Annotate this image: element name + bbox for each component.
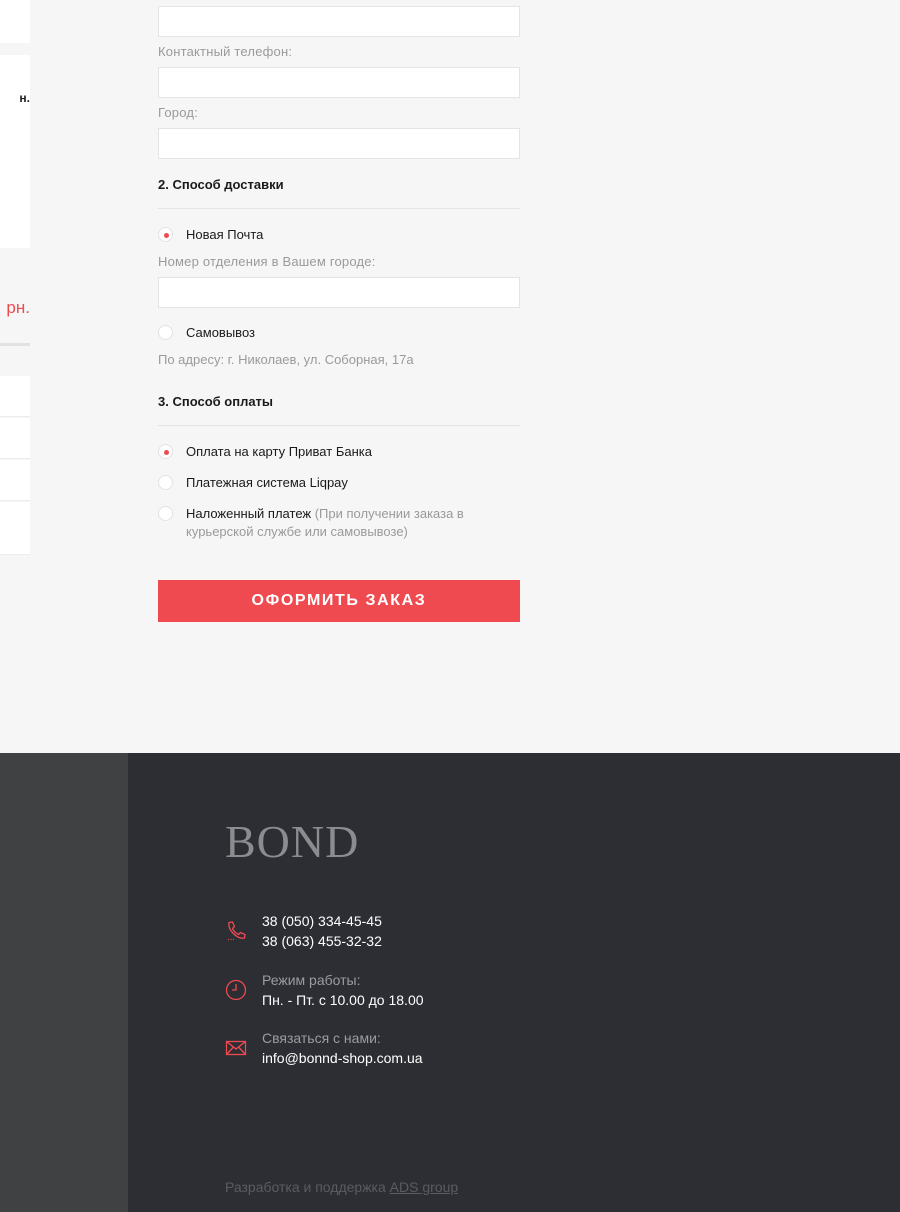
contact-label: Связаться с нами: <box>262 1030 381 1046</box>
city-label: Город: <box>158 105 198 120</box>
payment-divider <box>158 425 520 426</box>
name-field[interactable] <box>158 6 520 37</box>
summary-total-price: рн. <box>6 298 30 317</box>
payment-option-label: Наложенный платеж <box>186 506 312 521</box>
delivery-option-pickup[interactable]: Самовывоз <box>158 324 520 342</box>
credits-text: Разработка и поддержка <box>225 1179 386 1195</box>
working-hours: Режим работы: Пн. - Пт. с 10.00 до 18.00 <box>262 970 424 1010</box>
summary-row <box>0 460 30 501</box>
payment-option-label: Платежная система Liqpay <box>186 475 348 490</box>
delivery-option-nova-poshta[interactable]: Новая Почта <box>158 226 520 244</box>
pickup-address: По адресу: г. Николаев, ул. Соборная, 17… <box>158 352 414 367</box>
delivery-option-label: Новая Почта <box>186 227 264 242</box>
payment-option-privatbank[interactable]: Оплата на карту Приват Банка <box>158 443 520 461</box>
branch-label: Номер отделения в Вашем городе: <box>158 254 376 269</box>
hours-label: Режим работы: <box>262 972 361 988</box>
hours-value: Пн. - Пт. с 10.00 до 18.00 <box>262 992 424 1008</box>
delivery-option-label: Самовывоз <box>186 325 255 340</box>
phone-number[interactable]: 38 (063) 455-32-32 <box>262 931 382 951</box>
radio-button[interactable] <box>158 475 173 490</box>
clock-icon <box>225 979 247 1001</box>
footer-credits: Разработка и поддержка ADS group <box>225 1179 458 1195</box>
place-order-button[interactable]: ОФОРМИТЬ ЗАКАЗ <box>158 580 520 622</box>
summary-row <box>0 418 30 459</box>
footer-logo[interactable]: BOND <box>225 815 359 868</box>
phone-field[interactable] <box>158 67 520 98</box>
summary-box <box>0 0 30 43</box>
footer-hours: Режим работы: Пн. - Пт. с 10.00 до 18.00 <box>225 970 424 1010</box>
radio-button[interactable] <box>158 506 173 521</box>
summary-row <box>0 376 30 417</box>
phone-label: Контактный телефон: <box>158 44 293 59</box>
payment-option-label-wrap: Наложенный платеж (При получении заказа … <box>186 505 520 541</box>
phone-number[interactable]: 38 (050) 334-45-45 <box>262 911 382 931</box>
delivery-divider <box>158 208 520 209</box>
summary-item-box: н. <box>0 55 30 248</box>
payment-section-title: 3. Способ оплаты <box>158 394 274 409</box>
radio-button[interactable] <box>158 444 173 459</box>
credits-link[interactable]: ADS group <box>390 1179 458 1195</box>
phone-icon <box>225 920 247 942</box>
branch-field[interactable] <box>158 277 520 308</box>
payment-option-cod[interactable]: Наложенный платеж (При получении заказа … <box>158 505 520 541</box>
delivery-section-title: 2. Способ доставки <box>158 177 284 192</box>
radio-button[interactable] <box>158 227 173 242</box>
footer-email: Связаться с нами: info@bonnd-shop.com.ua <box>225 1028 423 1068</box>
summary-row <box>0 502 30 555</box>
footer-side-panel <box>0 753 128 1212</box>
footer-phones: 38 (050) 334-45-45 38 (063) 455-32-32 <box>225 911 382 951</box>
payment-option-label: Оплата на карту Приват Банка <box>186 444 372 459</box>
email-link[interactable]: info@bonnd-shop.com.ua <box>262 1048 423 1068</box>
summary-divider <box>0 343 30 346</box>
city-field[interactable] <box>158 128 520 159</box>
summary-item-text: н. <box>19 91 30 105</box>
envelope-icon <box>225 1037 247 1059</box>
email-block: Связаться с нами: info@bonnd-shop.com.ua <box>262 1028 423 1068</box>
payment-option-liqpay[interactable]: Платежная система Liqpay <box>158 474 520 492</box>
footer: BOND 38 (050) 334-45-45 38 (063) 455-32-… <box>128 753 900 1212</box>
radio-button[interactable] <box>158 325 173 340</box>
phone-numbers: 38 (050) 334-45-45 38 (063) 455-32-32 <box>262 911 382 951</box>
